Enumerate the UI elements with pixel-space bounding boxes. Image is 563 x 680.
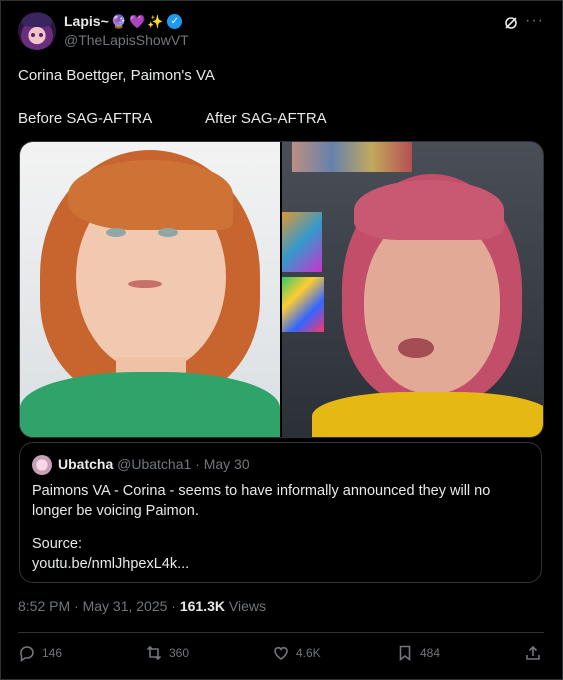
repost-count: 360 xyxy=(169,646,190,660)
bookmark-icon xyxy=(399,645,411,662)
more-options-icon[interactable]: ··· xyxy=(525,12,544,30)
share-icon xyxy=(526,645,540,660)
share-button[interactable] xyxy=(524,644,542,662)
views-label: Views xyxy=(225,598,266,614)
repost-icon xyxy=(146,645,162,661)
reply-count: 146 xyxy=(42,646,63,660)
action-bar: 146 360 4.6K 484 xyxy=(18,644,544,666)
quoted-source-label: Source: xyxy=(32,536,82,552)
reply-icon xyxy=(20,646,34,662)
repost-button[interactable]: 360 xyxy=(145,644,189,662)
quoted-author-handle-date: @Ubatcha1 · May 30 xyxy=(117,456,250,472)
like-count: 4.6K xyxy=(296,646,321,660)
bookmark-count: 484 xyxy=(420,646,441,660)
views-count: 161.3K xyxy=(179,598,226,614)
crystal-ball-emoji: 🔮 xyxy=(110,13,127,29)
sparkles-emoji: ✨ xyxy=(147,13,164,29)
reply-button[interactable]: 146 xyxy=(18,644,62,662)
bookmark-button[interactable]: 484 xyxy=(396,644,440,662)
photo-before[interactable] xyxy=(20,142,280,437)
quoted-author-row: Ubatcha @Ubatcha1 · May 30 xyxy=(58,456,250,472)
quoted-post[interactable]: Ubatcha @Ubatcha1 · May 30 Paimons VA - … xyxy=(19,442,542,583)
quoted-author-name: Ubatcha xyxy=(58,456,114,472)
tweet-text: Corina Boettger, Paimon's VA xyxy=(18,67,215,84)
author-avatar[interactable] xyxy=(18,12,56,50)
author-name-row[interactable]: Lapis~ 🔮 💜 ✨ ✓ xyxy=(64,13,183,29)
purple-heart-emoji: 💜 xyxy=(128,13,146,29)
heart-icon xyxy=(274,647,288,660)
quoted-author-avatar xyxy=(32,455,52,475)
author-display-name[interactable]: Lapis~ xyxy=(64,13,109,29)
post-time-date[interactable]: 8:52 PM · May 31, 2025 · xyxy=(18,598,180,614)
verified-badge-icon: ✓ xyxy=(167,13,183,29)
media-grid[interactable] xyxy=(19,141,544,438)
grok-icon[interactable] xyxy=(504,16,518,30)
label-after: After SAG-AFTRA xyxy=(205,110,327,127)
quoted-source-link[interactable]: youtu.be/nmlJhpexL4k... xyxy=(32,554,189,574)
quoted-text: Paimons VA - Corina - seems to have info… xyxy=(32,483,491,519)
author-handle[interactable]: @TheLapisShowVT xyxy=(64,32,189,48)
actions-divider xyxy=(18,632,544,633)
label-before: Before SAG-AFTRA xyxy=(18,110,153,127)
post-header: Lapis~ 🔮 💜 ✨ ✓ @TheLapisShowVT ··· xyxy=(18,10,546,52)
quoted-source: Source: youtu.be/nmlJhpexL4k... xyxy=(32,534,189,574)
like-button[interactable]: 4.6K xyxy=(272,644,321,662)
post-timestamp: 8:52 PM · May 31, 2025 · 161.3K Views xyxy=(18,598,266,614)
photo-after[interactable] xyxy=(282,142,543,437)
